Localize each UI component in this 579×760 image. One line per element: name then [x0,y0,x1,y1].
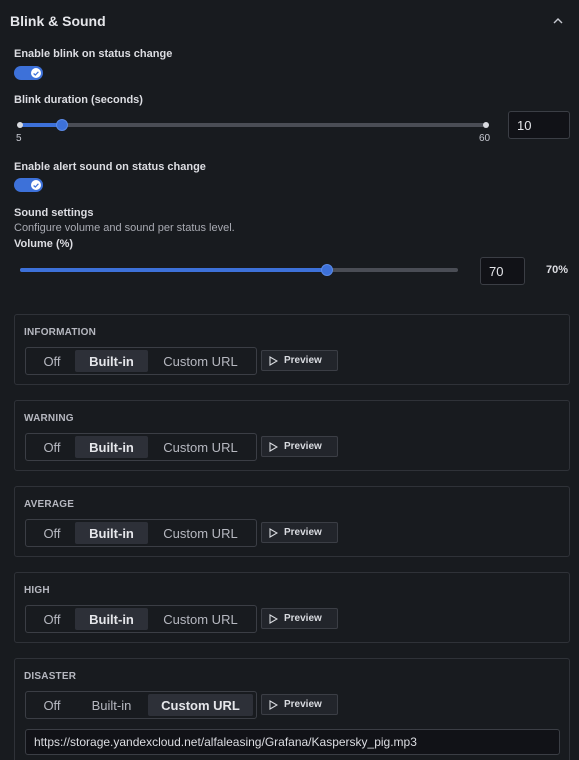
check-icon [31,180,41,190]
preview-label: Preview [284,613,322,624]
panel-title: AVERAGE [24,499,75,510]
preview-label: Preview [284,441,322,452]
option-off[interactable]: Off [29,350,75,372]
panel-disaster: DISASTER Off Built-in Custom URL Preview… [14,658,570,760]
volume-label: Volume (%) [14,238,74,250]
option-custom-url[interactable]: Custom URL [148,694,253,716]
preview-button[interactable]: Preview [261,436,338,457]
panel-warning: WARNING Off Built-in Custom URL Preview [14,400,570,471]
enable-alert-sound-toggle[interactable] [14,178,43,192]
option-off[interactable]: Off [29,608,75,630]
panel-high: HIGH Off Built-in Custom URL Preview [14,572,570,643]
option-custom-url[interactable]: Custom URL [148,608,253,630]
panel-title: DISASTER [24,671,77,682]
preview-button[interactable]: Preview [261,694,338,715]
custom-url-input[interactable]: https://storage.yandexcloud.net/alfaleas… [25,729,560,755]
sound-source-selector: Off Built-in Custom URL [25,691,257,719]
option-off[interactable]: Off [29,436,75,458]
volume-slider[interactable] [20,264,458,276]
slider-handle[interactable] [56,119,68,131]
panel-title: WARNING [24,413,74,424]
slider-min-label: 5 [16,133,22,144]
play-icon [269,527,278,538]
sound-source-selector: Off Built-in Custom URL [25,519,257,547]
volume-percent: 70% [546,264,569,276]
preview-button[interactable]: Preview [261,522,338,543]
option-custom-url[interactable]: Custom URL [148,522,253,544]
sound-source-selector: Off Built-in Custom URL [25,433,257,461]
panel-title: INFORMATION [24,327,97,338]
volume-input[interactable]: 70 [480,257,525,285]
option-off[interactable]: Off [29,522,75,544]
play-icon [269,355,278,366]
sound-source-selector: Off Built-in Custom URL [25,605,257,633]
panel-title: HIGH [24,585,50,596]
option-built-in[interactable]: Built-in [75,436,148,458]
preview-button[interactable]: Preview [261,350,338,371]
option-built-in[interactable]: Built-in [75,522,148,544]
blink-sound-section: Blink & Sound Enable blink on status cha… [0,0,579,760]
play-icon [269,613,278,624]
sound-settings-description: Configure volume and sound per status le… [14,222,235,234]
play-icon [269,441,278,452]
blink-duration-input[interactable]: 10 [508,111,570,139]
option-built-in[interactable]: Built-in [75,608,148,630]
blink-duration-slider[interactable] [17,119,489,131]
slider-handle[interactable] [321,264,333,276]
preview-label: Preview [284,527,322,538]
slider-min-dot [17,122,23,128]
option-off[interactable]: Off [29,694,75,716]
section-title: Blink & Sound [10,13,106,29]
preview-button[interactable]: Preview [261,608,338,629]
option-built-in[interactable]: Built-in [75,694,148,716]
section-header[interactable]: Blink & Sound [0,0,579,42]
option-custom-url[interactable]: Custom URL [148,436,253,458]
preview-label: Preview [284,699,322,710]
enable-blink-toggle[interactable] [14,66,43,80]
slider-max-dot [483,122,489,128]
sound-source-selector: Off Built-in Custom URL [25,347,257,375]
check-icon [31,68,41,78]
preview-label: Preview [284,355,322,366]
chevron-up-icon[interactable] [549,12,567,30]
enable-alert-sound-label: Enable alert sound on status change [14,161,206,173]
slider-max-label: 60 [479,133,491,144]
sound-settings-title: Sound settings [14,207,94,219]
slider-fill [20,268,327,272]
option-built-in[interactable]: Built-in [75,350,148,372]
panel-average: AVERAGE Off Built-in Custom URL Preview [14,486,570,557]
play-icon [269,699,278,710]
option-custom-url[interactable]: Custom URL [148,350,253,372]
enable-blink-label: Enable blink on status change [14,48,173,60]
panel-information: INFORMATION Off Built-in Custom URL Prev… [14,314,570,385]
blink-duration-label: Blink duration (seconds) [14,94,143,106]
